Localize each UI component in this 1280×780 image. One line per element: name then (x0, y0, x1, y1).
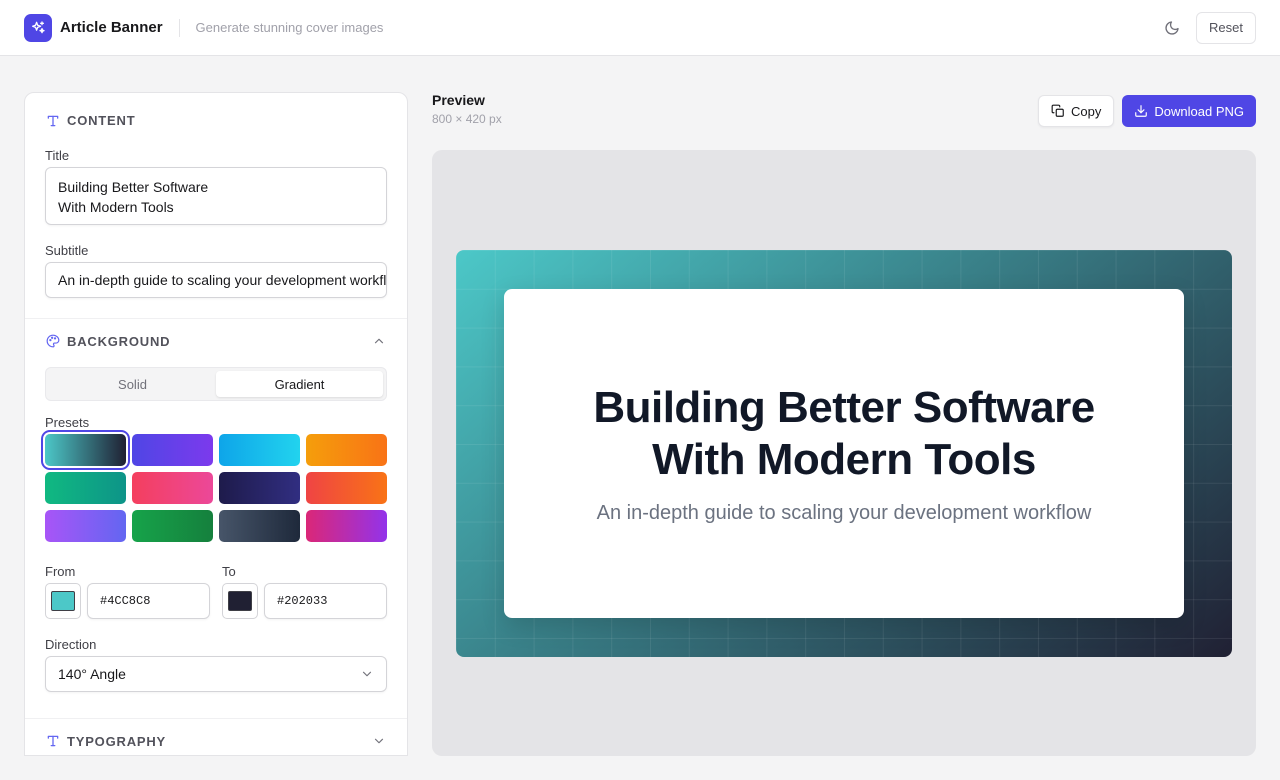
background-section: BACKGROUND Solid Gradient Presets From #… (25, 319, 407, 692)
copy-button[interactable]: Copy (1038, 95, 1115, 127)
subtitle-label: Subtitle (45, 243, 89, 258)
gradient-preset-12[interactable] (306, 510, 387, 542)
gradient-preset-9[interactable] (45, 510, 126, 542)
logo (24, 13, 52, 42)
typography-section: TYPOGRAPHY (25, 719, 407, 755)
presets-label: Presets (45, 415, 90, 430)
to-color-picker[interactable] (222, 583, 258, 619)
header-divider (178, 18, 180, 37)
download-icon (1134, 104, 1148, 118)
to-label: To (222, 564, 236, 579)
settings-panel: CONTENT Title Building Better Software W… (24, 92, 408, 756)
app-header: Article Banner Generate stunning cover i… (0, 0, 1280, 56)
chevron-up-icon[interactable] (371, 333, 387, 349)
copy-button-label: Copy (1071, 103, 1102, 119)
direction-value: 140° Angle (58, 666, 126, 682)
preview-header: Preview 800 × 420 px (432, 92, 502, 126)
preview-dimensions: 800 × 420 px (432, 112, 502, 126)
gradient-preset-4[interactable] (306, 434, 387, 466)
from-label: From (45, 564, 76, 579)
palette-icon (45, 333, 61, 349)
banner-title: Building Better Software With Modern Too… (593, 383, 1095, 484)
gradient-preset-2[interactable] (132, 434, 213, 466)
download-button-label: Download PNG (1154, 103, 1244, 119)
title-label: Title (45, 148, 70, 163)
chevron-down-icon (360, 667, 374, 681)
gradient-preset-3[interactable] (219, 434, 300, 466)
mode-solid-button[interactable]: Solid (49, 371, 216, 397)
gradient-preset-11[interactable] (219, 510, 300, 542)
preset-grid (45, 434, 387, 542)
gradient-preset-6[interactable] (132, 472, 213, 504)
reset-button[interactable]: Reset (1196, 11, 1256, 44)
sparkles-icon (31, 20, 45, 33)
direction-select[interactable]: 140° Angle (45, 656, 387, 692)
gradient-preset-5[interactable] (45, 472, 126, 504)
type-icon (45, 733, 61, 749)
typography-section-title: TYPOGRAPHY (67, 733, 167, 749)
banner-preview: Building Better Software With Modern Too… (456, 250, 1232, 657)
banner-subtitle: An in-depth guide to scaling your develo… (596, 502, 1092, 524)
chevron-down-icon[interactable] (371, 733, 387, 749)
copy-icon (1051, 104, 1065, 118)
to-color-swatch (228, 591, 252, 611)
download-png-button[interactable]: Download PNG (1122, 95, 1256, 127)
background-mode-toggle: Solid Gradient (45, 367, 387, 401)
gradient-preset-8[interactable] (306, 472, 387, 504)
subtitle-input[interactable]: An in-depth guide to scaling your develo… (45, 262, 387, 298)
direction-label: Direction (45, 637, 97, 652)
background-section-title: BACKGROUND (67, 333, 171, 349)
gradient-preset-7[interactable] (219, 472, 300, 504)
gradient-preset-10[interactable] (132, 510, 213, 542)
preview-canvas-area: Building Better Software With Modern Too… (432, 150, 1256, 756)
moon-icon (1165, 20, 1179, 35)
to-hex-input[interactable]: #202033 (264, 583, 387, 619)
type-icon (45, 113, 61, 129)
from-hex-input[interactable]: #4CC8C8 (87, 583, 210, 619)
app-name: Article Banner (60, 19, 163, 36)
content-section-title: CONTENT (67, 113, 136, 128)
mode-gradient-button[interactable]: Gradient (216, 371, 383, 397)
content-section: CONTENT Title Building Better Software W… (25, 93, 407, 298)
gradient-preset-1[interactable] (45, 434, 126, 466)
from-color-swatch (51, 591, 75, 611)
theme-toggle-button[interactable] (1156, 12, 1188, 44)
title-input[interactable]: Building Better Software With Modern Too… (45, 167, 387, 225)
from-color-picker[interactable] (45, 583, 81, 619)
preview-title: Preview (432, 92, 485, 108)
app-tagline: Generate stunning cover images (195, 20, 384, 35)
banner-card: Building Better Software With Modern Too… (504, 289, 1184, 618)
